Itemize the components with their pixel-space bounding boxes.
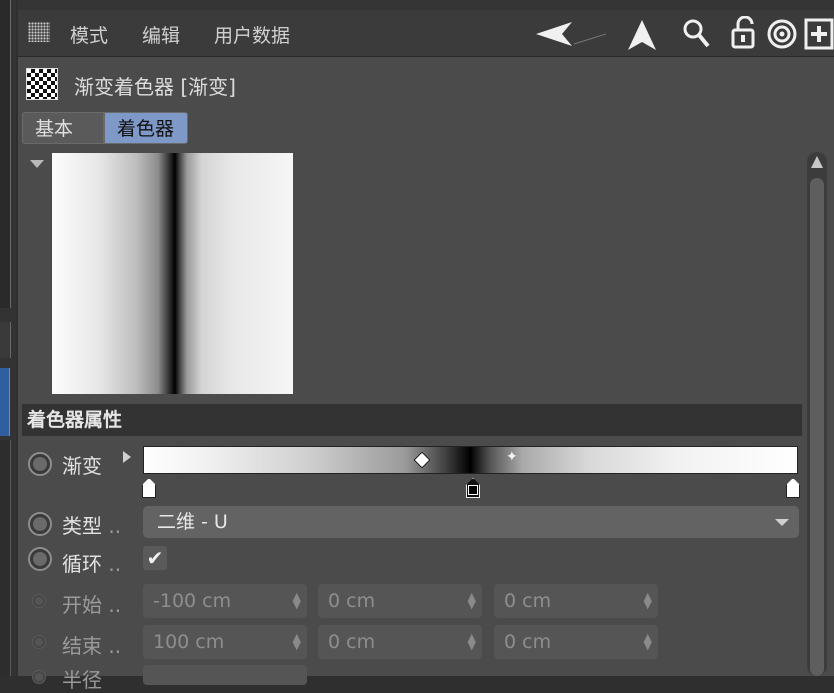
target-icon[interactable] (766, 18, 798, 54)
spinner-icon[interactable]: ▲ ▼ (468, 591, 476, 610)
type-keyframe-radio[interactable] (28, 512, 52, 536)
end-label-dots: .. (108, 634, 122, 658)
end-z-field[interactable]: 0 cm ▲ ▼ (494, 625, 658, 659)
spinner-icon[interactable]: ▲ ▼ (644, 632, 652, 651)
start-z-field[interactable]: 0 cm ▲ ▼ (494, 584, 658, 618)
spinner-icon[interactable]: ▲ ▼ (293, 591, 301, 610)
gradient-keyframe-radio[interactable] (28, 452, 52, 476)
grip-icon[interactable] (28, 22, 50, 42)
adjacent-panel-selection (0, 368, 10, 436)
cycle-checkbox[interactable]: ✔ (143, 546, 167, 570)
cycle-label-text: 循环 (62, 552, 102, 576)
shader-preview (52, 153, 293, 394)
start-label-text: 开始 (62, 593, 102, 617)
tab-shader[interactable]: 着色器 (104, 112, 188, 144)
gradient-bar[interactable] (143, 446, 798, 474)
chevron-down-icon (775, 519, 789, 526)
start-x-value: -100 cm (153, 590, 232, 612)
adjacent-panel-strip (0, 322, 11, 358)
scroll-up-icon[interactable] (811, 156, 823, 168)
end-label: 结束 .. (62, 630, 121, 659)
angle-keyframe-radio[interactable] (32, 670, 46, 684)
unlock-icon[interactable] (730, 15, 758, 54)
start-y-field[interactable]: 0 cm ▲ ▼ (318, 584, 482, 618)
angle-label: 半径 (62, 668, 102, 692)
cycle-keyframe-radio[interactable] (28, 547, 52, 571)
type-label: 类型 .. (62, 510, 121, 539)
end-label-text: 结束 (62, 634, 102, 658)
start-z-value: 0 cm (504, 590, 552, 612)
object-title: 渐变着色器 [渐变] (74, 75, 236, 99)
angle-field[interactable] (143, 665, 307, 685)
start-y-value: 0 cm (328, 590, 376, 612)
end-z-value: 0 cm (504, 631, 552, 653)
adjacent-panel-edge (0, 0, 16, 676)
start-x-field[interactable]: -100 cm ▲ ▼ (143, 584, 307, 618)
type-dropdown-value: 二维 - U (157, 511, 228, 533)
adjacent-panel-strip (0, 0, 11, 308)
cycle-label-dots: .. (108, 552, 122, 576)
object-header: 渐变着色器 [渐变] (18, 60, 834, 110)
cursor-arrow-icon[interactable] (626, 18, 658, 56)
menu-user-data[interactable]: 用户数据 (214, 21, 290, 48)
start-keyframe-radio[interactable] (32, 594, 46, 608)
spinner-icon[interactable]: ▲ ▼ (293, 632, 301, 651)
end-keyframe-radio[interactable] (32, 635, 46, 649)
gradient-label: 渐变 (62, 454, 102, 478)
end-y-field[interactable]: 0 cm ▲ ▼ (318, 625, 482, 659)
menu-mode[interactable]: 模式 (70, 21, 108, 48)
start-label: 开始 .. (62, 589, 121, 618)
menu-edit[interactable]: 编辑 (142, 21, 180, 48)
adjacent-panel-strip (0, 440, 11, 676)
spinner-icon[interactable]: ▲ ▼ (644, 591, 652, 610)
type-label-dots: .. (108, 514, 122, 538)
section-header[interactable]: 着色器属性 (22, 404, 802, 436)
menu-bar: 模式 编辑 用户数据 (18, 10, 834, 57)
spinner-icon[interactable]: ▲ ▼ (468, 632, 476, 651)
scroll-thumb[interactable] (810, 178, 824, 676)
panel-top-strip (18, 0, 834, 10)
search-icon[interactable] (682, 18, 710, 52)
cycle-label: 循环 .. (62, 548, 121, 577)
end-y-value: 0 cm (328, 631, 376, 653)
type-dropdown[interactable]: 二维 - U (143, 506, 799, 538)
back-arrow-icon[interactable] (534, 20, 607, 52)
scrollbar[interactable] (807, 152, 827, 676)
expand-gradient-icon[interactable] (123, 451, 131, 463)
add-panel-icon[interactable] (804, 18, 834, 54)
gradient-bias-marker[interactable]: ✦ (506, 449, 518, 465)
end-x-value: 100 cm (153, 631, 225, 653)
collapse-triangle-icon[interactable] (30, 160, 44, 168)
end-x-field[interactable]: 100 cm ▲ ▼ (143, 625, 307, 659)
start-label-dots: .. (108, 593, 122, 617)
type-label-text: 类型 (62, 514, 102, 538)
tab-basic[interactable]: 基本 (22, 112, 104, 144)
shader-checker-icon (26, 68, 58, 100)
